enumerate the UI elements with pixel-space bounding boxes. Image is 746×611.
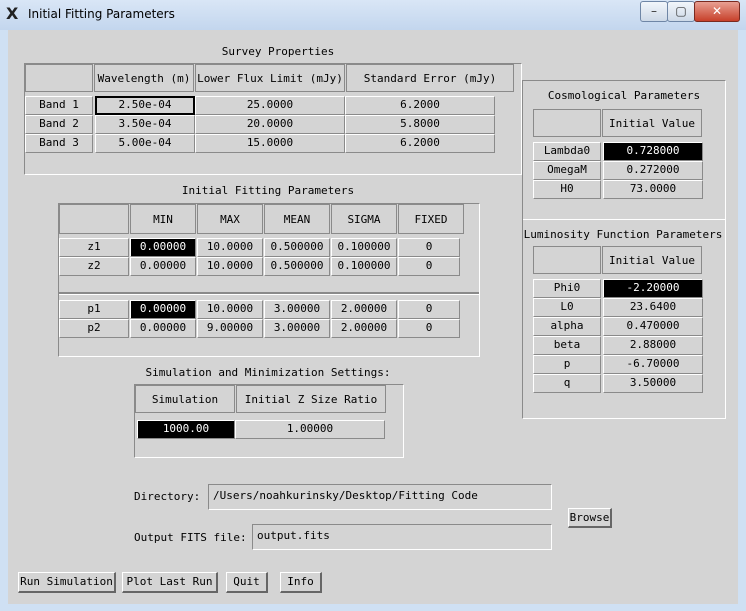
survey-cell-wavelength[interactable]: 2.50e-04 [95, 96, 195, 115]
luminosity-value-field[interactable]: -6.70000 [603, 355, 703, 374]
fitting-cell-max[interactable]: 9.00000 [197, 319, 263, 338]
fitting-cell-max[interactable]: 10.0000 [197, 238, 263, 257]
fitting-row-label: p1 [59, 300, 129, 319]
survey-cell-flux[interactable]: 20.0000 [195, 115, 345, 134]
fitting-cell-max[interactable]: 10.0000 [197, 257, 263, 276]
fitting-cell-max[interactable]: 10.0000 [197, 300, 263, 319]
fitting-row-label: p2 [59, 319, 129, 338]
luminosity-value-field[interactable]: 3.50000 [603, 374, 703, 393]
plot-last-run-button[interactable]: Plot Last Run [122, 572, 218, 593]
survey-row-label: Band 3 [25, 134, 93, 153]
fitting-cell-sigma[interactable]: 0.100000 [331, 238, 397, 257]
luminosity-label: alpha [533, 317, 601, 336]
fitting-cell-mean[interactable]: 3.00000 [264, 300, 330, 319]
fitting-header-mean: MEAN [264, 204, 330, 234]
survey-cell-error[interactable]: 5.8000 [345, 115, 495, 134]
x11-app-icon: X [6, 4, 19, 23]
close-button[interactable]: ✕ [694, 1, 740, 22]
survey-header-error: Standard Error (mJy) [346, 64, 514, 92]
cosmology-label: OmegaM [533, 161, 601, 180]
survey-cell-wavelength[interactable]: 3.50e-04 [95, 115, 195, 134]
browse-button[interactable]: Browse [568, 508, 612, 528]
cosmology-caption: Cosmological Parameters [547, 89, 701, 102]
fitting-cell-fixed[interactable]: 0 [398, 300, 460, 319]
fitting-cell-mean[interactable]: 0.500000 [264, 257, 330, 276]
fitting-cell-min[interactable]: 0.00000 [130, 319, 196, 338]
fitting-cell-min[interactable]: 0.00000 [130, 257, 196, 276]
survey-cell-error[interactable]: 6.2000 [345, 96, 495, 115]
window-title: Initial Fitting Parameters [28, 7, 175, 21]
directory-label: Directory: [134, 490, 201, 503]
survey-header-wavelength: Wavelength (m) [94, 64, 194, 92]
survey-header-flux: Lower Flux Limit (mJy) [195, 64, 345, 92]
fitting-cell-mean[interactable]: 0.500000 [264, 238, 330, 257]
cosmology-header: Initial Value [602, 109, 702, 137]
luminosity-label: Phi0 [533, 279, 601, 298]
fitting-cell-fixed[interactable]: 0 [398, 319, 460, 338]
fitting-header-fixed: FIXED [398, 204, 464, 234]
fitting-header-sigma: SIGMA [331, 204, 397, 234]
fitting-cell-sigma[interactable]: 2.00000 [331, 319, 397, 338]
luminosity-value-field[interactable]: 23.6400 [603, 298, 703, 317]
output-file-input[interactable]: output.fits [252, 524, 552, 550]
survey-cell-wavelength[interactable]: 5.00e-04 [95, 134, 195, 153]
simulation-table: Simulation Size Initial Z Size Ratio 100… [134, 384, 404, 458]
survey-caption: Survey Properties [221, 45, 335, 58]
cosmology-value-field[interactable]: 0.728000 [603, 142, 703, 161]
cosmology-label: H0 [533, 180, 601, 199]
fitting-row-label: z1 [59, 238, 129, 257]
info-button[interactable]: Info [280, 572, 322, 593]
luminosity-value-field[interactable]: 0.470000 [603, 317, 703, 336]
survey-corner [25, 64, 93, 92]
simulation-size-field[interactable]: 1000.00 [137, 420, 235, 439]
cosmology-corner [533, 109, 601, 137]
survey-cell-error[interactable]: 6.2000 [345, 134, 495, 153]
simulation-ratio-field[interactable]: 1.00000 [235, 420, 385, 439]
cosmology-frame: Cosmological Parameters Initial Value La… [522, 80, 726, 220]
survey-row-label: Band 1 [25, 96, 93, 115]
maximize-button[interactable]: ▢ [667, 1, 695, 22]
luminosity-label: q [533, 374, 601, 393]
run-simulation-button[interactable]: Run Simulation [18, 572, 116, 593]
simulation-caption: Simulation and Minimization Settings: [145, 366, 391, 379]
simulation-header-ratio: Initial Z Size Ratio [236, 385, 386, 413]
luminosity-value-field[interactable]: -2.20000 [603, 279, 703, 298]
cosmology-label: Lambda0 [533, 142, 601, 161]
quit-button[interactable]: Quit [226, 572, 268, 593]
luminosity-label: beta [533, 336, 601, 355]
fitting-cell-fixed[interactable]: 0 [398, 238, 460, 257]
title-bar: X Initial Fitting Parameters – ▢ ✕ [0, 0, 746, 30]
fitting-row-label: z2 [59, 257, 129, 276]
survey-cell-flux[interactable]: 15.0000 [195, 134, 345, 153]
luminosity-header: Initial Value [602, 246, 702, 274]
fitting-cell-mean[interactable]: 3.00000 [264, 319, 330, 338]
survey-cell-flux[interactable]: 25.0000 [195, 96, 345, 115]
fitting-cell-min[interactable]: 0.00000 [130, 300, 196, 319]
output-label: Output FITS file: [134, 531, 247, 544]
fitting-divider [59, 292, 479, 295]
fitting-header-min: MIN [130, 204, 196, 234]
dialog-body: Survey Properties Wavelength (m) Lower F… [8, 30, 738, 604]
cosmology-value-field[interactable]: 0.272000 [603, 161, 703, 180]
fitting-header-max: MAX [197, 204, 263, 234]
survey-table: Wavelength (m) Lower Flux Limit (mJy) St… [24, 63, 522, 175]
luminosity-corner [533, 246, 601, 274]
fitting-cell-sigma[interactable]: 0.100000 [331, 257, 397, 276]
cosmology-value-field[interactable]: 73.0000 [603, 180, 703, 199]
directory-input[interactable]: /Users/noahkurinsky/Desktop/Fitting Code [208, 484, 552, 510]
fitting-cell-fixed[interactable]: 0 [398, 257, 460, 276]
fitting-cell-sigma[interactable]: 2.00000 [331, 300, 397, 319]
luminosity-value-field[interactable]: 2.88000 [603, 336, 703, 355]
survey-row-label: Band 2 [25, 115, 93, 134]
fitting-caption: Initial Fitting Parameters [181, 184, 355, 197]
fitting-corner [59, 204, 129, 234]
luminosity-label: p [533, 355, 601, 374]
fitting-cell-min[interactable]: 0.00000 [130, 238, 196, 257]
simulation-header-size: Simulation Size [135, 385, 235, 434]
minimize-button[interactable]: – [640, 1, 668, 22]
luminosity-frame: Initial Value Phi0 -2.20000 L0 23.6400 a… [522, 218, 726, 419]
luminosity-label: L0 [533, 298, 601, 317]
fitting-table: MIN MAX MEAN SIGMA FIXED z1 0.00000 10.0… [58, 203, 480, 357]
